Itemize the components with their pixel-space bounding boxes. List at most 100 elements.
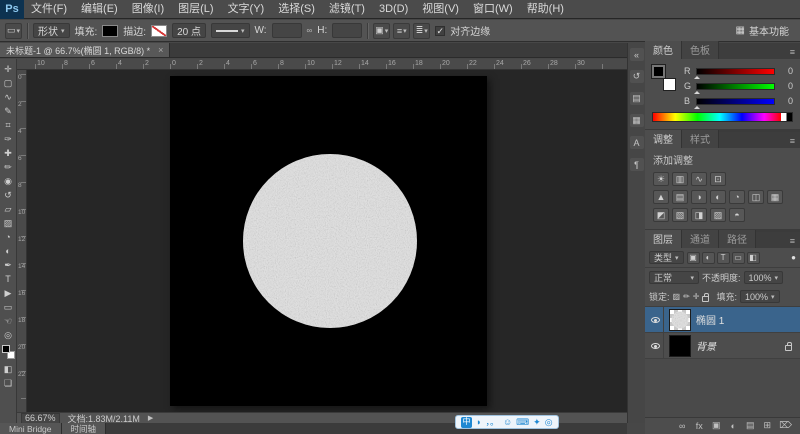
link-dimensions-icon[interactable]: ∞ xyxy=(307,26,313,35)
layer-row-background[interactable]: 背景 xyxy=(645,332,800,359)
type-tool[interactable]: T xyxy=(1,272,16,286)
horizontal-ruler[interactable]: 10 8 6 4 2 0 2 4 6 8 10 12 14 16 18 20 22 24 26 28 30 xyxy=(17,59,627,70)
workspace-switcher[interactable]: ▦ 基本功能 xyxy=(730,23,795,38)
panel-menu-icon[interactable]: ≡ xyxy=(785,136,800,148)
menu-item[interactable]: 视图(V) xyxy=(415,0,466,19)
character-panel-icon[interactable]: A xyxy=(629,136,644,149)
tool-mode-select[interactable]: 形状 ▾ xyxy=(33,23,70,38)
tab-channels[interactable]: 通道 xyxy=(682,230,719,248)
layer-name[interactable]: 椭圆 1 xyxy=(696,312,797,327)
slider-value[interactable]: 0 xyxy=(779,66,793,76)
visibility-toggle[interactable] xyxy=(648,332,664,359)
blend-mode-select[interactable]: 正常 ▾ xyxy=(649,271,699,284)
filter-shape-layers-icon[interactable]: ▭ xyxy=(731,251,745,264)
opacity-field[interactable]: 100% ▾ xyxy=(743,271,784,284)
healing-brush-tool[interactable]: ✚ xyxy=(1,146,16,160)
invert-icon[interactable]: ◩ xyxy=(653,208,669,222)
align-edges-checkbox[interactable]: ✓ xyxy=(435,25,446,36)
quick-mask-button[interactable]: ◧ xyxy=(1,362,16,376)
ime-toolbox-icon[interactable]: ✦ xyxy=(533,416,541,428)
status-options-arrow-icon[interactable]: ▶ xyxy=(148,414,153,422)
ime-emoji-icon[interactable]: ☺ xyxy=(503,416,512,428)
vibrance-icon[interactable]: ▲ xyxy=(653,190,669,204)
color-slider[interactable]: B 0 xyxy=(684,96,793,109)
menu-item[interactable]: 帮助(H) xyxy=(520,0,571,19)
menu-item[interactable]: 图层(L) xyxy=(171,0,220,19)
screen-mode-button[interactable]: ❏ xyxy=(1,376,16,390)
height-field[interactable] xyxy=(332,23,363,38)
posterize-icon[interactable]: ▧ xyxy=(672,208,688,222)
layer-row-ellipse[interactable]: 椭圆 1 xyxy=(645,306,800,333)
fill-field[interactable]: 100% ▾ xyxy=(740,290,780,303)
tab-paths[interactable]: 路径 xyxy=(719,230,756,248)
black-white-icon[interactable]: ◐ xyxy=(710,190,726,204)
history-brush-tool[interactable]: ↺ xyxy=(1,188,16,202)
shape-tool[interactable]: ▭ xyxy=(1,300,16,314)
layer-group-icon[interactable]: ▤ xyxy=(745,420,755,431)
menu-item[interactable]: 图像(I) xyxy=(125,0,171,19)
slider-track[interactable] xyxy=(694,97,775,109)
crop-tool[interactable]: ⌗ xyxy=(1,118,16,132)
clone-stamp-tool[interactable]: ◉ xyxy=(1,174,16,188)
paragraph-panel-icon[interactable]: ¶ xyxy=(629,158,644,171)
slider-value[interactable]: 0 xyxy=(779,81,793,91)
tab-swatches[interactable]: 色板 xyxy=(682,41,719,59)
menu-item[interactable]: 编辑(E) xyxy=(74,0,125,19)
menu-item[interactable]: 3D(D) xyxy=(372,0,415,19)
lock-all-icon[interactable] xyxy=(702,292,710,302)
ime-fullwidth-icon[interactable]: ◗ xyxy=(476,416,481,428)
ime-punctuation-icon[interactable]: ，。 xyxy=(485,416,499,428)
close-icon[interactable]: × xyxy=(158,45,163,55)
stroke-width-field[interactable]: 20 点 xyxy=(172,23,206,38)
color-balance-icon[interactable]: ◑ xyxy=(691,190,707,204)
layer-filter-type-select[interactable]: 类型 ▾ xyxy=(649,251,684,264)
path-selection-tool[interactable]: ▶ xyxy=(1,286,16,300)
color-slider[interactable]: G 0 xyxy=(684,81,793,94)
gradient-map-icon[interactable]: ▨ xyxy=(710,208,726,222)
path-arrange-icon[interactable]: ≣ ▾ xyxy=(413,22,431,39)
blur-tool[interactable]: ◔ xyxy=(1,230,16,244)
path-operations-icon[interactable]: ▣ ▾ xyxy=(373,22,391,39)
properties-panel-icon[interactable]: ▤ xyxy=(629,92,644,105)
pen-tool[interactable]: ✒ xyxy=(1,258,16,272)
visibility-toggle[interactable] xyxy=(648,306,664,333)
color-spectrum-bar[interactable] xyxy=(652,112,793,122)
menu-item[interactable]: 文字(Y) xyxy=(221,0,272,19)
menu-item[interactable]: 滤镜(T) xyxy=(322,0,372,19)
tab-adjustments[interactable]: 调整 xyxy=(645,130,682,148)
slider-value[interactable]: 0 xyxy=(779,96,793,106)
collapse-dock-icon[interactable]: « xyxy=(629,48,644,61)
vertical-ruler[interactable]: 0 2 4 6 8 10 12 14 16 18 20 22 xyxy=(17,70,27,412)
eyedropper-tool[interactable]: ✑ xyxy=(1,132,16,146)
eraser-tool[interactable]: ▱ xyxy=(1,202,16,216)
layer-name[interactable]: 背景 xyxy=(696,338,780,353)
foreground-background-swatch-toolbar[interactable] xyxy=(1,345,15,359)
foreground-background-swatch[interactable] xyxy=(651,64,677,91)
levels-icon[interactable]: ▥ xyxy=(672,172,688,186)
brush-tool[interactable]: ✏ xyxy=(1,160,16,174)
stroke-swatch[interactable] xyxy=(151,24,168,37)
background-color-swatch[interactable] xyxy=(663,78,676,91)
ime-keyboard-icon[interactable]: ⌨ xyxy=(516,416,529,428)
document-canvas[interactable] xyxy=(170,76,487,406)
foreground-color-swatch[interactable] xyxy=(1,345,10,353)
menu-item[interactable]: 窗口(W) xyxy=(466,0,520,19)
panel-menu-icon[interactable]: ≡ xyxy=(785,47,800,59)
bottom-panel-tab[interactable]: Mini Bridge xyxy=(0,423,62,434)
info-panel-icon[interactable]: ▦ xyxy=(629,114,644,127)
hue-saturation-icon[interactable]: ▤ xyxy=(672,190,688,204)
ime-mode-icon[interactable]: 中 xyxy=(461,416,472,428)
photoshop-logo[interactable]: Ps xyxy=(0,0,24,19)
lock-position-icon[interactable]: ✛ xyxy=(693,292,700,301)
lock-transparency-icon[interactable]: ▨ xyxy=(673,292,681,301)
brightness-contrast-icon[interactable]: ☀ xyxy=(653,172,669,186)
layer-thumbnail[interactable] xyxy=(669,308,691,331)
dodge-tool[interactable]: ◐ xyxy=(1,244,16,258)
fill-swatch[interactable] xyxy=(102,24,119,37)
stroke-type-select[interactable]: ▾ xyxy=(210,23,250,38)
channel-mixer-icon[interactable]: ◫ xyxy=(748,190,764,204)
move-tool[interactable]: ✛ xyxy=(1,62,16,76)
slider-track[interactable] xyxy=(694,82,775,94)
ime-search-icon[interactable]: ◎ xyxy=(545,416,553,428)
panel-menu-icon[interactable]: ≡ xyxy=(785,236,800,248)
